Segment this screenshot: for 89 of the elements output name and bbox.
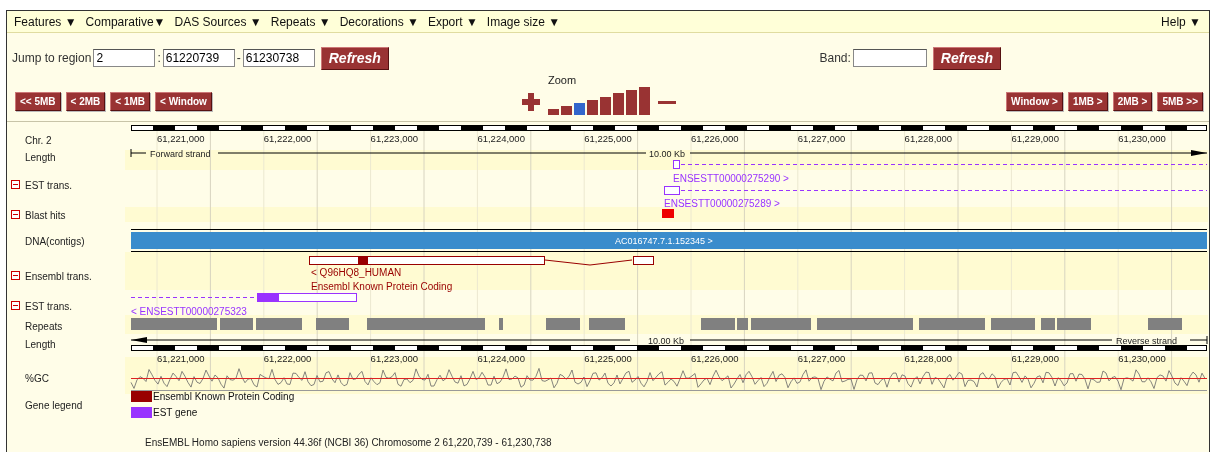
contig-bar[interactable] xyxy=(130,229,1208,252)
band-field[interactable] xyxy=(852,49,927,67)
separator: - xyxy=(236,51,241,65)
jump-label: Jump to region xyxy=(12,51,92,65)
transcript-drawing[interactable] xyxy=(309,256,654,266)
position-label: 61,228,000 xyxy=(904,133,953,144)
position-label: 61,221,000 xyxy=(157,133,205,144)
zoom-level[interactable] xyxy=(587,99,598,116)
track-label: EST trans. xyxy=(25,301,73,312)
strand-label: Reverse strand xyxy=(1116,336,1178,346)
track-label: Repeats xyxy=(25,321,63,332)
position-label: 61,230,000 xyxy=(1118,353,1166,364)
position-label: 61,227,000 xyxy=(797,353,846,364)
refresh-button[interactable]: Refresh xyxy=(320,46,389,70)
transcript-drawing[interactable] xyxy=(130,293,357,302)
position-label: 61,227,000 xyxy=(797,133,846,144)
strand-label: Forward strand xyxy=(150,149,211,159)
position-label: 61,225,000 xyxy=(584,133,632,144)
collapse-icon[interactable] xyxy=(11,301,20,310)
chromosome-field[interactable]: 2 xyxy=(93,49,156,67)
track-label: Ensembl trans. xyxy=(25,271,92,282)
zoom-in-icon[interactable] xyxy=(522,93,540,112)
menu-item[interactable]: Image size ▼ xyxy=(486,14,561,29)
navigation-button[interactable]: 5MB >> xyxy=(1157,92,1203,112)
separator: : xyxy=(157,51,161,65)
contig-label[interactable]: AC016747.7.1.152345 > xyxy=(615,236,713,246)
transcript-drawing[interactable] xyxy=(673,160,1208,169)
collapse-icon[interactable] xyxy=(11,180,20,189)
position-label: 61,228,000 xyxy=(904,353,953,364)
menu-item[interactable]: DAS Sources ▼ xyxy=(174,14,262,29)
track-label: Chr. 2 xyxy=(25,135,52,146)
position-label: 61,226,000 xyxy=(691,133,739,144)
zoom-level[interactable] xyxy=(626,90,637,116)
zoom-label: Zoom xyxy=(548,74,577,86)
position-label: 61,224,000 xyxy=(477,353,525,364)
navigation-button[interactable]: 1MB > xyxy=(1067,92,1108,112)
track-label: Blast hits xyxy=(25,210,66,221)
menu-item[interactable]: Features ▼ xyxy=(14,14,77,29)
transcript-label[interactable]: ENSESTT00000275289 > xyxy=(664,198,780,209)
transcript-label[interactable]: ENSESTT00000275290 > xyxy=(673,173,789,184)
collapse-icon[interactable] xyxy=(11,210,20,219)
refresh-button[interactable]: Refresh xyxy=(932,46,1001,70)
start-field[interactable]: 61220739 xyxy=(162,49,235,67)
footer-text: EnsEMBL Homo sapiens version 44.36f (NCBI 36) Chromosome 2 61,220,739 - 61,230,738 xyxy=(144,436,553,448)
position-label: 61,226,000 xyxy=(691,353,739,364)
navigation-button[interactable]: << 5MB xyxy=(15,92,61,112)
length-label: 10.00 Kb xyxy=(649,149,686,159)
position-label: 61,224,000 xyxy=(477,133,525,144)
zoom-level[interactable] xyxy=(613,93,624,116)
transcript-drawing[interactable] xyxy=(664,186,1208,195)
zoom-level[interactable] xyxy=(548,109,559,116)
track-label: Gene legend xyxy=(25,400,83,411)
track-label: %GC xyxy=(25,373,49,384)
menu-item[interactable]: Decorations ▼ xyxy=(339,14,419,29)
zoom-level[interactable] xyxy=(639,87,650,116)
position-label: 61,223,000 xyxy=(370,353,419,364)
position-label: 61,222,000 xyxy=(263,353,312,364)
zoom-level[interactable] xyxy=(600,96,611,116)
end-field[interactable]: 61230738 xyxy=(242,49,315,67)
transcript-label[interactable]: < ENSESTT00000275323 xyxy=(131,306,247,317)
menu-item[interactable]: Repeats ▼ xyxy=(270,14,331,29)
length-label: 10.00 Kb xyxy=(648,336,685,346)
position-label: 61,230,000 xyxy=(1118,133,1166,144)
legend-label: Ensembl Known Protein Coding xyxy=(153,391,295,402)
track-label: DNA(contigs) xyxy=(25,236,85,247)
collapse-icon[interactable] xyxy=(11,271,20,280)
band-label: Band: xyxy=(819,51,851,65)
navigation-button[interactable]: < 2MB xyxy=(65,92,106,112)
menu-item[interactable]: Comparative▼ xyxy=(85,14,166,29)
navigation-button[interactable]: 2MB > xyxy=(1112,92,1153,112)
position-label: 61,223,000 xyxy=(370,133,419,144)
navigation-button[interactable]: < Window xyxy=(155,92,212,112)
zoom-level[interactable] xyxy=(561,106,572,116)
navigation-button[interactable]: Window > xyxy=(1006,92,1063,112)
position-label: 61,229,000 xyxy=(1011,353,1059,364)
transcript-label[interactable]: < Q96HQ8_HUMAN xyxy=(311,267,402,278)
track-label: Length xyxy=(25,152,56,163)
track-label: EST trans. xyxy=(25,180,73,191)
menu-item[interactable]: Export ▼ xyxy=(427,14,478,29)
zoom-level[interactable] xyxy=(574,103,585,116)
position-label: 61,221,000 xyxy=(157,353,205,364)
position-label: 61,222,000 xyxy=(263,133,312,144)
legend-label: EST gene xyxy=(153,407,198,418)
navigation-button[interactable]: < 1MB xyxy=(110,92,151,112)
track-label: Length xyxy=(25,339,56,350)
biotype-label: Ensembl Known Protein Coding xyxy=(311,281,453,292)
position-label: 61,225,000 xyxy=(584,353,632,364)
position-label: 61,229,000 xyxy=(1011,133,1059,144)
help-menu[interactable]: Help ▼ xyxy=(1161,14,1201,29)
